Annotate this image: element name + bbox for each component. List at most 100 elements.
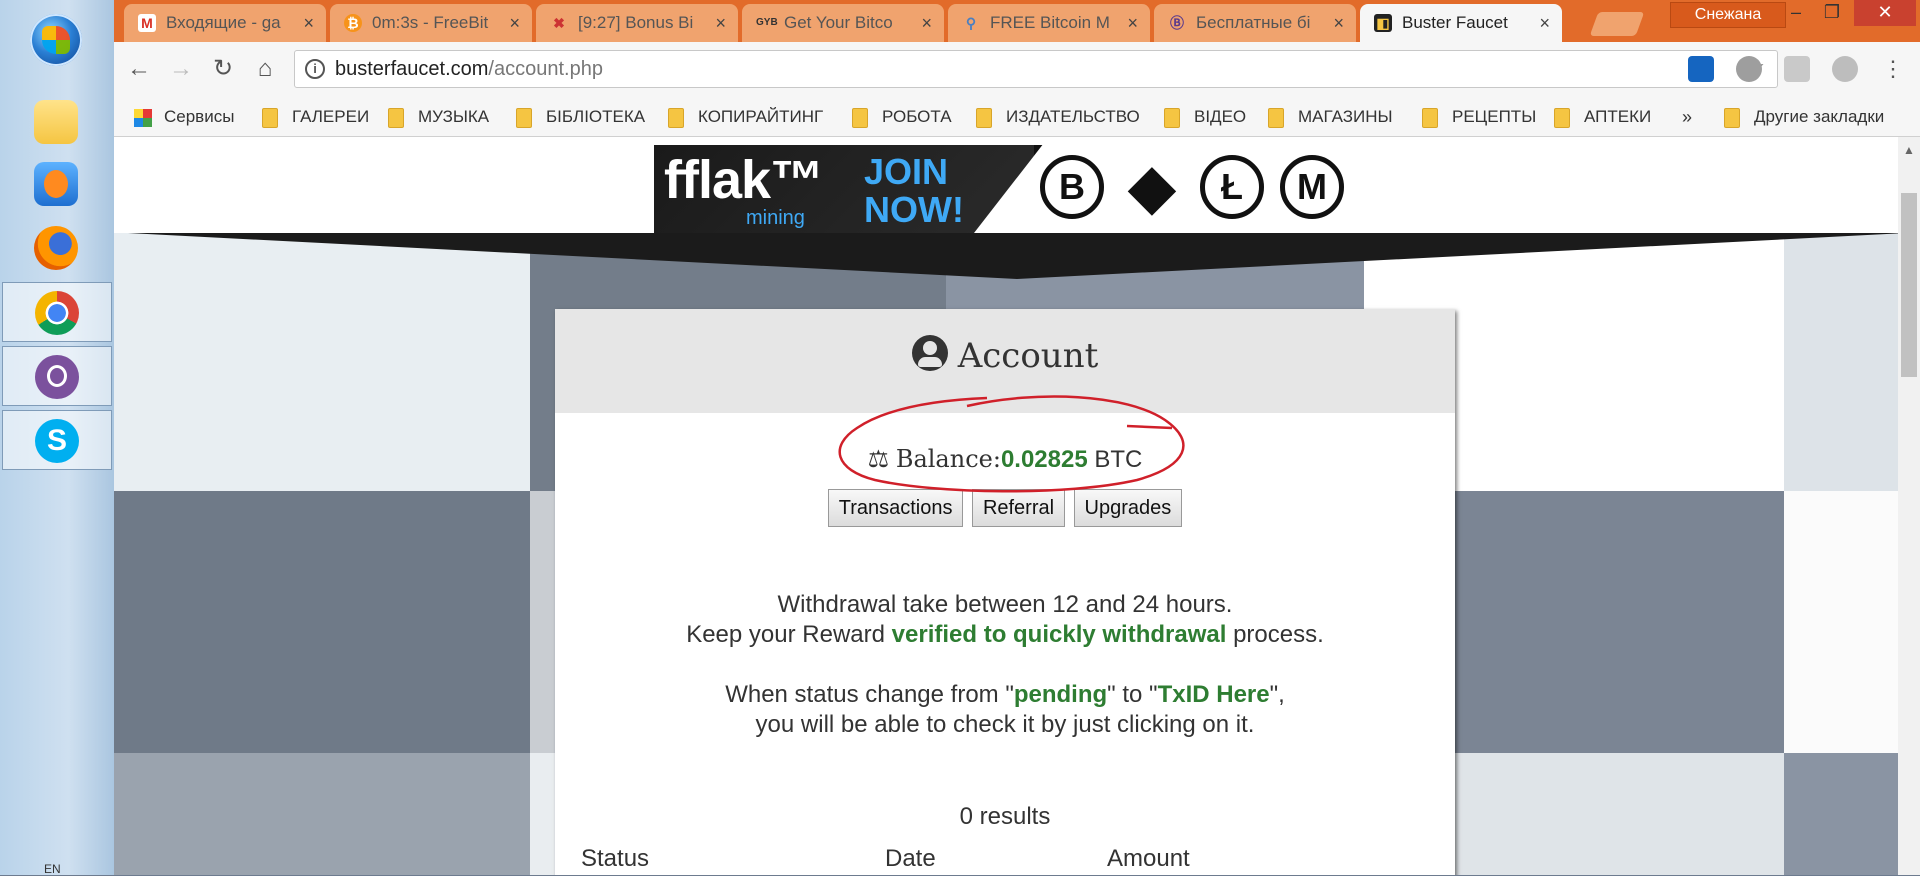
- site-info-icon[interactable]: i: [305, 59, 325, 79]
- reload-icon[interactable]: ↻: [206, 52, 240, 86]
- bg-block: [114, 491, 530, 753]
- start-button[interactable]: [30, 14, 82, 66]
- monero-coin-icon: M: [1280, 155, 1344, 219]
- tab-buster-faucet[interactable]: ◧ Buster Faucet ×: [1360, 4, 1562, 42]
- bookmark-folder[interactable]: КОПИРАЙТИНГ: [668, 98, 823, 136]
- bookmark-folder[interactable]: МАГАЗИНЫ: [1268, 98, 1393, 136]
- taskbar-app-skype[interactable]: S: [2, 410, 112, 470]
- folder-icon: [976, 107, 992, 128]
- globe-extension-icon[interactable]: [1832, 56, 1858, 82]
- minimize-button[interactable]: ‒: [1778, 0, 1814, 26]
- ribbon-shape: [128, 233, 1906, 279]
- ethereum-coin-icon: ◆: [1128, 153, 1176, 220]
- bg-block: [114, 753, 530, 875]
- bookmark-folder[interactable]: АПТЕКИ: [1554, 98, 1651, 136]
- tab-bonus[interactable]: ✖ [9:27] Bonus Bi ×: [536, 4, 738, 42]
- folder-icon: [1422, 107, 1438, 128]
- bookmark-services[interactable]: Сервисы: [134, 98, 234, 136]
- tab-getyourbitcoin[interactable]: GYB Get Your Bitco ×: [742, 4, 944, 42]
- language-indicator[interactable]: EN: [44, 862, 61, 876]
- tab-label: Buster Faucet: [1402, 13, 1508, 32]
- download-extension-icon[interactable]: [1736, 56, 1762, 82]
- taskbar-app-media[interactable]: [2, 154, 112, 214]
- apps-grid-icon: [134, 108, 152, 127]
- bitcoin-icon: ₿: [344, 14, 362, 32]
- close-window-button[interactable]: ✕: [1854, 0, 1916, 26]
- close-tab-icon[interactable]: ×: [509, 4, 520, 42]
- bookmark-folder[interactable]: РОБОТА: [852, 98, 952, 136]
- bookmark-label: МАГАЗИНЫ: [1298, 107, 1393, 126]
- bookmark-folder[interactable]: БІБЛІОТЕКА: [516, 98, 645, 136]
- verify-link[interactable]: verified to quickly withdrawal: [892, 621, 1227, 648]
- close-tab-icon[interactable]: ×: [715, 4, 726, 42]
- folder-icon: [1164, 107, 1180, 128]
- close-tab-icon[interactable]: ×: [1127, 4, 1138, 42]
- close-tab-icon[interactable]: ×: [303, 4, 314, 42]
- forward-icon[interactable]: →: [164, 52, 198, 86]
- buster-icon: ◧: [1374, 14, 1392, 32]
- bonus-icon: ✖: [553, 15, 565, 31]
- address-bar[interactable]: i busterfaucet.com/account.php ☆: [294, 50, 1778, 88]
- bookmarks-overflow-button[interactable]: »: [1682, 98, 1692, 136]
- tab-gmail[interactable]: M Входящие - ga ×: [124, 4, 326, 42]
- folder-icon: [668, 107, 684, 128]
- tab-free-bitcoin[interactable]: ⚲ FREE Bitcoin M ×: [948, 4, 1150, 42]
- skype-icon: S: [35, 419, 79, 463]
- bookmark-folder[interactable]: ВІДЕО: [1164, 98, 1246, 136]
- b-icon: Ⓑ: [1170, 15, 1184, 31]
- back-icon[interactable]: ←: [122, 52, 156, 86]
- taskbar-app-chrome[interactable]: [2, 282, 112, 342]
- header-ribbon: [128, 233, 1906, 279]
- pdf-extension-icon[interactable]: [1784, 56, 1810, 82]
- annotation-stroke: [838, 395, 1185, 493]
- browser-frame: M Входящие - ga × ₿ 0m:3s - FreeBit × ✖ …: [114, 0, 1920, 137]
- bookmark-label: БІБЛІОТЕКА: [546, 107, 646, 126]
- tab-besplatnye[interactable]: Ⓑ Бесплатные бі ×: [1154, 4, 1356, 42]
- annotation-stroke: [1126, 424, 1173, 430]
- file-explorer-icon: [34, 100, 78, 144]
- bookmark-label: МУЗЫКА: [418, 107, 490, 126]
- red-annotation-circle: [838, 395, 1185, 493]
- new-tab-button[interactable]: [1589, 12, 1645, 36]
- close-tab-icon[interactable]: ×: [1333, 4, 1344, 42]
- bookmark-folder[interactable]: РЕЦЕПТЫ: [1422, 98, 1536, 136]
- scrollbar-thumb[interactable]: [1901, 193, 1917, 377]
- web-page: fflak™ mining JOIN NOW! B ◆ Ł M Account ⚖…: [114, 137, 1920, 875]
- bookmark-folder[interactable]: ГАЛЕРЕИ: [262, 98, 369, 136]
- restore-button[interactable]: ❐: [1814, 0, 1850, 26]
- taskbar-app-firefox[interactable]: [2, 218, 112, 278]
- tab-freebitco[interactable]: ₿ 0m:3s - FreeBit ×: [330, 4, 532, 42]
- folder-icon: [1724, 107, 1740, 128]
- page-scrollbar[interactable]: ▲: [1898, 137, 1920, 875]
- taskbar-app-viber[interactable]: [2, 346, 112, 406]
- bookmark-folder[interactable]: ИЗДАТЕЛЬСТВО: [976, 98, 1140, 136]
- ad-banner[interactable]: fflak™ mining JOIN NOW! B ◆ Ł M: [654, 145, 1354, 233]
- text-fragment: process.: [1226, 621, 1324, 648]
- browser-toolbar: ← → ↻ ⌂ i busterfaucet.com/account.php ☆…: [114, 42, 1920, 98]
- taskbar-app-explorer[interactable]: [2, 92, 112, 152]
- cta-line: JOIN: [864, 151, 949, 192]
- save-extension-icon[interactable]: [1688, 56, 1714, 82]
- bookmark-folder[interactable]: МУЗЫКА: [388, 98, 489, 136]
- profile-button[interactable]: Снежана: [1670, 2, 1786, 28]
- scroll-up-icon[interactable]: ▲: [1903, 143, 1915, 157]
- status-info: When status change from "pending" to "Tx…: [555, 681, 1455, 709]
- other-bookmarks[interactable]: Другие закладки: [1724, 98, 1884, 136]
- status-pending: pending: [1013, 681, 1108, 708]
- verify-info: Keep your Reward verified to quickly wit…: [555, 621, 1455, 649]
- gmail-icon: M: [138, 14, 156, 32]
- menu-icon[interactable]: ⋮: [1876, 52, 1910, 86]
- withdrawal-info: Withdrawal take between 12 and 24 hours.: [777, 591, 1233, 618]
- page-title: Account: [555, 335, 1455, 376]
- bookmark-label: ГАЛЕРЕИ: [292, 107, 370, 126]
- text-fragment: When status change from ": [725, 681, 1014, 708]
- user-circle-icon: [911, 335, 948, 371]
- folder-icon: [262, 107, 278, 128]
- close-tab-icon[interactable]: ×: [1539, 4, 1550, 42]
- home-icon[interactable]: ⌂: [248, 52, 282, 86]
- chrome-icon: [35, 291, 79, 335]
- close-tab-icon[interactable]: ×: [921, 4, 932, 42]
- windows-logo-icon: [42, 26, 70, 54]
- status-txid: TxID Here: [1157, 681, 1270, 708]
- column-header-amount: Amount: [1107, 845, 1190, 872]
